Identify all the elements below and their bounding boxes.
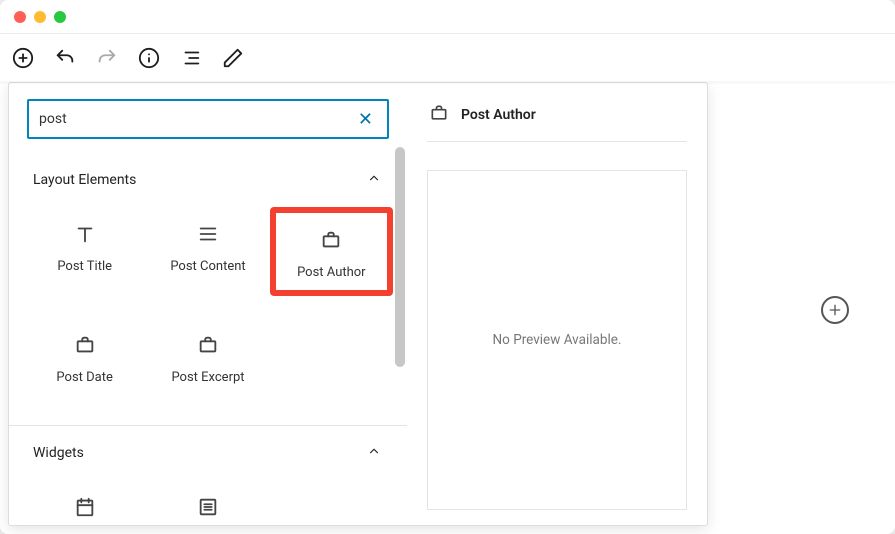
redo-button[interactable] [96, 47, 118, 69]
briefcase-icon [320, 229, 342, 251]
block-label: Post Excerpt [171, 370, 244, 385]
editor-toolbar [0, 34, 895, 82]
category-title: Layout Elements [33, 172, 136, 188]
block-post-title[interactable]: Post Title [23, 207, 146, 296]
preview-title: Post Author [461, 107, 536, 123]
add-block-button[interactable] [12, 47, 34, 69]
minimize-window-button[interactable] [34, 11, 46, 23]
list-box-icon [197, 496, 219, 518]
preview-header: Post Author [427, 99, 687, 142]
scrollbar[interactable] [393, 147, 407, 515]
chevron-up-icon [367, 171, 381, 189]
briefcase-icon [429, 103, 449, 127]
category-widgets-header[interactable]: Widgets [9, 426, 407, 480]
block-label: Post Content [170, 259, 245, 274]
search-container: ✕ [9, 83, 407, 153]
briefcase-icon [74, 334, 96, 356]
maximize-window-button[interactable] [54, 11, 66, 23]
undo-button[interactable] [54, 47, 76, 69]
info-button[interactable] [138, 47, 160, 69]
calendar-icon [74, 496, 96, 518]
category-title: Widgets [33, 445, 84, 461]
paragraph-icon [197, 223, 219, 245]
add-block-inline-button[interactable] [821, 296, 849, 324]
text-icon [74, 223, 96, 245]
edit-button[interactable] [222, 47, 244, 69]
close-window-button[interactable] [14, 11, 26, 23]
widgets-grid [9, 480, 407, 528]
block-label: Post Author [297, 265, 366, 280]
preview-content: No Preview Available. [427, 170, 687, 510]
window-titlebar [0, 0, 895, 34]
block-label: Post Title [57, 259, 112, 274]
chevron-up-icon [367, 444, 381, 462]
block-label: Post Date [56, 370, 112, 385]
category-widgets: Widgets [9, 425, 407, 528]
block-preview-pane: Post Author No Preview Available. [407, 83, 707, 525]
block-inserter-panel: ✕ Layout Elements Post Title [8, 82, 708, 526]
block-post-excerpt[interactable]: Post Excerpt [146, 318, 269, 395]
block-post-content[interactable]: Post Content [146, 207, 269, 296]
block-post-date[interactable]: Post Date [23, 318, 146, 395]
block-post-author[interactable]: Post Author [270, 207, 393, 296]
preview-empty-message: No Preview Available. [493, 332, 622, 348]
outline-button[interactable] [180, 47, 202, 69]
layout-elements-grid: Post Title Post Content Post Author [9, 207, 407, 395]
block-list-pane: ✕ Layout Elements Post Title [9, 83, 407, 525]
briefcase-icon [197, 334, 219, 356]
block-widget-calendar[interactable] [23, 480, 146, 528]
category-layout-elements-header[interactable]: Layout Elements [9, 153, 407, 207]
scrollbar-thumb[interactable] [395, 147, 405, 367]
editor-window: ✕ Layout Elements Post Title [0, 0, 895, 534]
clear-search-button[interactable]: ✕ [354, 109, 377, 130]
search-box[interactable]: ✕ [27, 99, 389, 139]
block-widget-list[interactable] [146, 480, 269, 528]
search-input[interactable] [39, 111, 354, 127]
